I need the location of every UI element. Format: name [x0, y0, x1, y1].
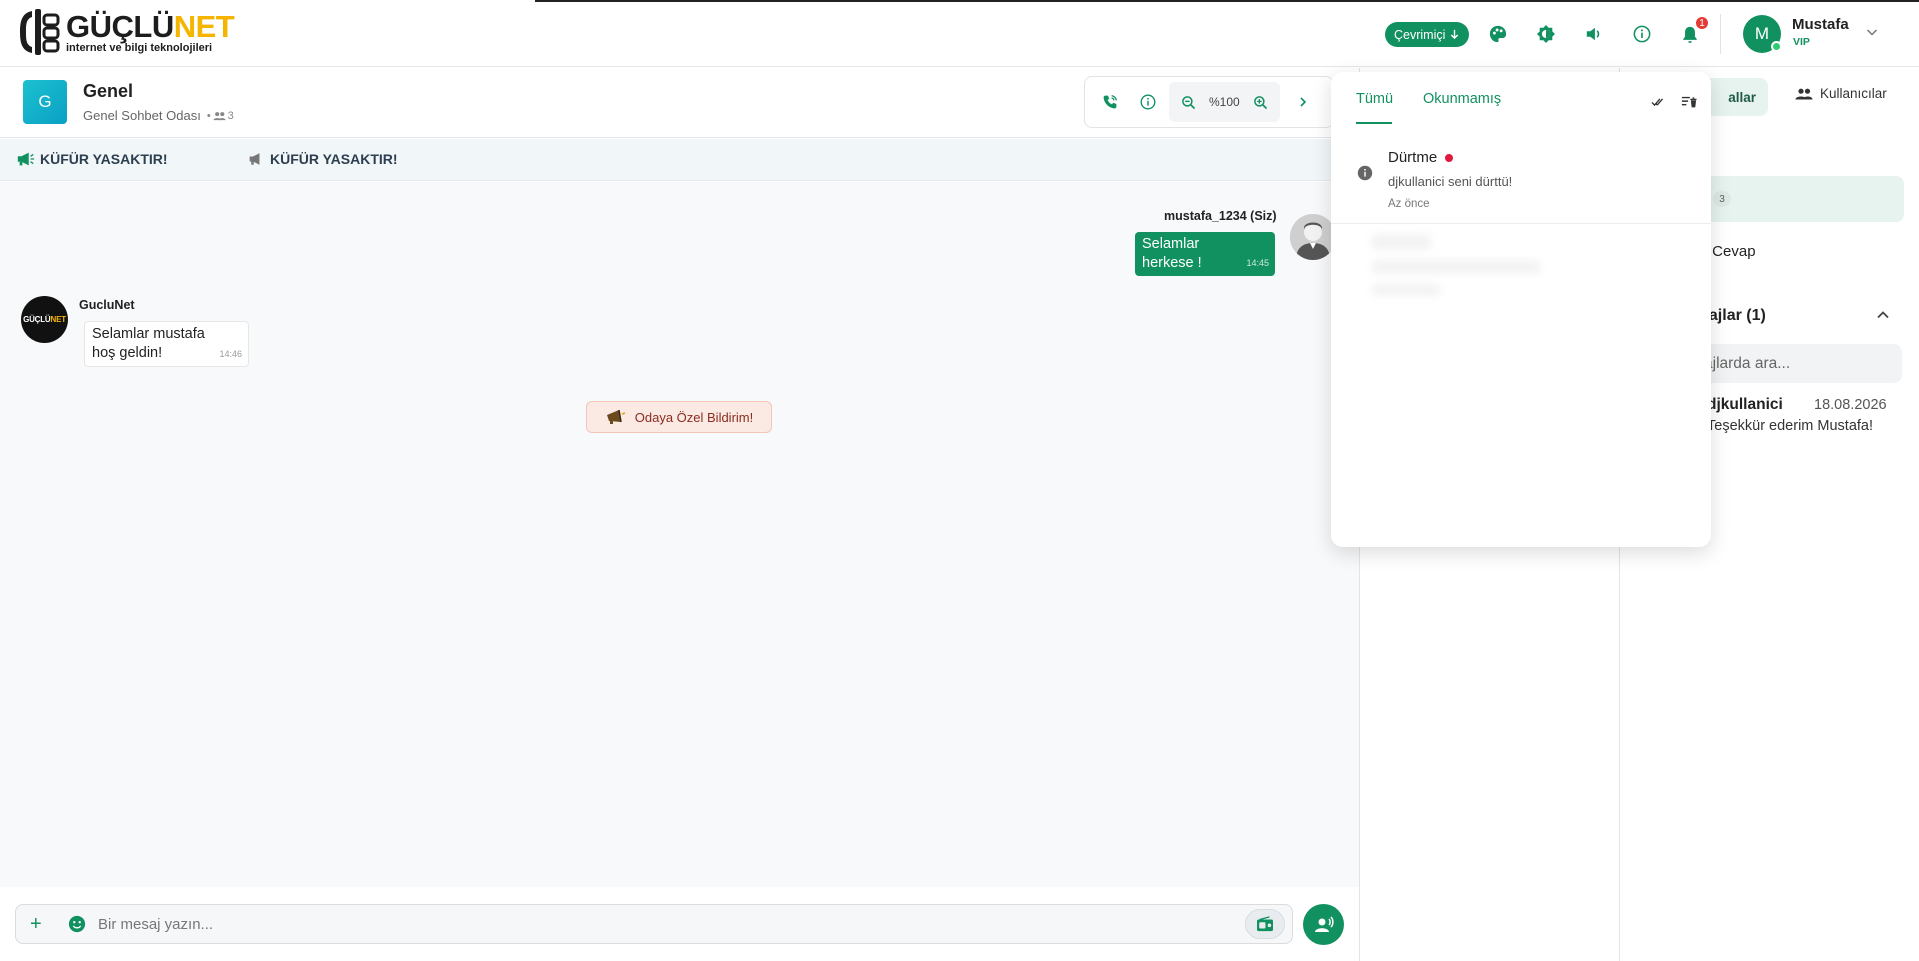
announcement-item: KÜFÜR YASAKTIR!	[248, 151, 398, 167]
voice-call-icon[interactable]	[1091, 83, 1129, 121]
message-text: Selamlar	[1142, 236, 1200, 252]
chevron-right-icon[interactable]	[1284, 83, 1322, 121]
announcement-bar: KÜFÜR YASAKTIR! KÜFÜR YASAKTIR!	[0, 139, 1359, 181]
room-title: Genel	[83, 81, 134, 101]
emoji-icon[interactable]	[68, 915, 86, 933]
room-user-count-badge: 3	[1713, 191, 1731, 207]
chevron-down-icon[interactable]	[1865, 25, 1879, 44]
chevron-up-icon[interactable]	[1875, 307, 1891, 328]
plus-icon[interactable]: +	[30, 914, 42, 934]
tab-users-label: Kullanıcılar	[1820, 86, 1887, 101]
message-bubble-other[interactable]: Selamlar mustafa hoş geldin! 14:46	[84, 321, 249, 367]
arrow-down-icon	[1451, 29, 1459, 40]
announcement-item: KÜFÜR YASAKTIR!	[16, 151, 168, 167]
notifications-panel: Tümü Okunmamış Dürtme djkullanici seni d…	[1331, 72, 1711, 547]
user-role: VIP	[1793, 36, 1810, 48]
info-icon	[1357, 165, 1373, 181]
loading-placeholder	[1371, 284, 1441, 296]
user-name[interactable]: Mustafa	[1792, 16, 1849, 33]
active-tab-indicator	[1356, 122, 1392, 124]
dm-item-date: 18.08.2026	[1814, 397, 1887, 413]
notification-item[interactable]: Dürtme djkullanici seni dürttü! Az önce	[1331, 136, 1711, 224]
zoom-out-icon[interactable]	[1173, 83, 1203, 121]
message-sender: mustafa_1234 (Siz)	[1164, 209, 1277, 223]
radio-icon[interactable]	[1245, 909, 1285, 939]
message-input[interactable]: Bir mesaj yazın...	[98, 916, 213, 933]
chat-messages-area[interactable]	[0, 182, 1359, 887]
unread-dot	[1445, 153, 1454, 162]
notification-count-badge: 1	[1694, 15, 1710, 31]
system-note-text: Odaya Özel Bildirim!	[634, 409, 754, 425]
users-icon	[213, 111, 226, 120]
loading-placeholder	[1371, 260, 1541, 274]
member-count-value: 3	[227, 109, 234, 122]
room-member-count: • 3	[206, 109, 234, 122]
status-dropdown[interactable]: Çevrimiçi	[1385, 22, 1470, 47]
message-text: Selamlar mustafa	[92, 326, 205, 342]
sender-avatar[interactable]: GÜÇLÜNET	[21, 296, 68, 343]
room-toolbar: %100	[1084, 76, 1334, 128]
room-notification-badge: Odaya Özel Bildirim!	[586, 401, 772, 433]
room-subtitle: Genel Sohbet Odası • 3	[83, 108, 234, 123]
megaphone-icon	[249, 153, 260, 165]
logo-title: GÜÇLÜNET	[66, 8, 235, 44]
megaphone-icon	[17, 152, 35, 166]
tab-notifications-unread[interactable]: Okunmamış	[1423, 91, 1501, 107]
tab-notifications-all[interactable]: Tümü	[1356, 91, 1393, 107]
message-time: 14:46	[219, 349, 242, 359]
voice-user-icon	[1314, 915, 1334, 932]
notification-title-text: Dürtme	[1388, 149, 1438, 166]
info-icon[interactable]	[1630, 22, 1654, 46]
user-avatar[interactable]: M	[1743, 15, 1782, 53]
volume-icon[interactable]	[1582, 22, 1606, 46]
voice-message-button[interactable]	[1303, 904, 1344, 945]
room-info-icon[interactable]	[1129, 83, 1167, 121]
clear-all-icon[interactable]	[1679, 92, 1699, 112]
dm-item-name[interactable]: djkullanici	[1707, 396, 1783, 414]
palette-icon[interactable]	[1486, 22, 1510, 46]
message-composer: + Bir mesaj yazın...	[15, 904, 1293, 944]
topbar-divider	[1720, 14, 1721, 54]
app-logo[interactable]: GÜÇLÜNET internet ve bilgi teknolojileri	[18, 6, 235, 58]
mark-all-read-icon[interactable]	[1649, 92, 1669, 112]
notification-title: Dürtme	[1388, 149, 1454, 166]
zoom-level: %100	[1209, 95, 1240, 109]
message-time: 14:45	[1246, 258, 1269, 268]
megaphone-icon	[606, 409, 625, 424]
logo-mark-icon	[18, 7, 62, 57]
zoom-control: %100	[1169, 82, 1280, 122]
room-subtitle-text: Genel Sohbet Odası	[83, 108, 201, 123]
avatar-logo-text: GÜÇLÜNET	[23, 315, 66, 324]
message-sender: GucluNet	[79, 298, 135, 312]
users-icon	[1795, 88, 1813, 99]
logo-subtitle: internet ve bilgi teknolojileri	[66, 41, 213, 54]
loading-placeholder	[1371, 234, 1431, 250]
announcement-text: KÜFÜR YASAKTIR!	[40, 151, 168, 167]
online-dot	[1771, 41, 1782, 52]
user-avatar-default[interactable]	[1290, 214, 1336, 260]
user-avatar-initial: M	[1754, 24, 1770, 43]
notification-description: djkullanici seni dürttü!	[1388, 174, 1513, 189]
announcement-text: KÜFÜR YASAKTIR!	[270, 151, 398, 167]
notification-time: Az önce	[1388, 198, 1430, 210]
message-bubble-own[interactable]: Selamlar herkese ! 14:45	[1135, 232, 1275, 276]
theme-contrast-icon[interactable]	[1534, 22, 1558, 46]
status-label: Çevrimiçi	[1394, 27, 1446, 42]
loading-bar	[535, 0, 1919, 2]
tab-users[interactable]: Kullanıcılar	[1795, 86, 1887, 101]
dm-search-input[interactable]: ajlarda ara...	[1690, 344, 1902, 383]
dm-item-preview: Teşekkür ederim Mustafa!	[1707, 418, 1874, 434]
room-avatar: G	[23, 80, 67, 124]
zoom-in-icon[interactable]	[1246, 83, 1276, 121]
